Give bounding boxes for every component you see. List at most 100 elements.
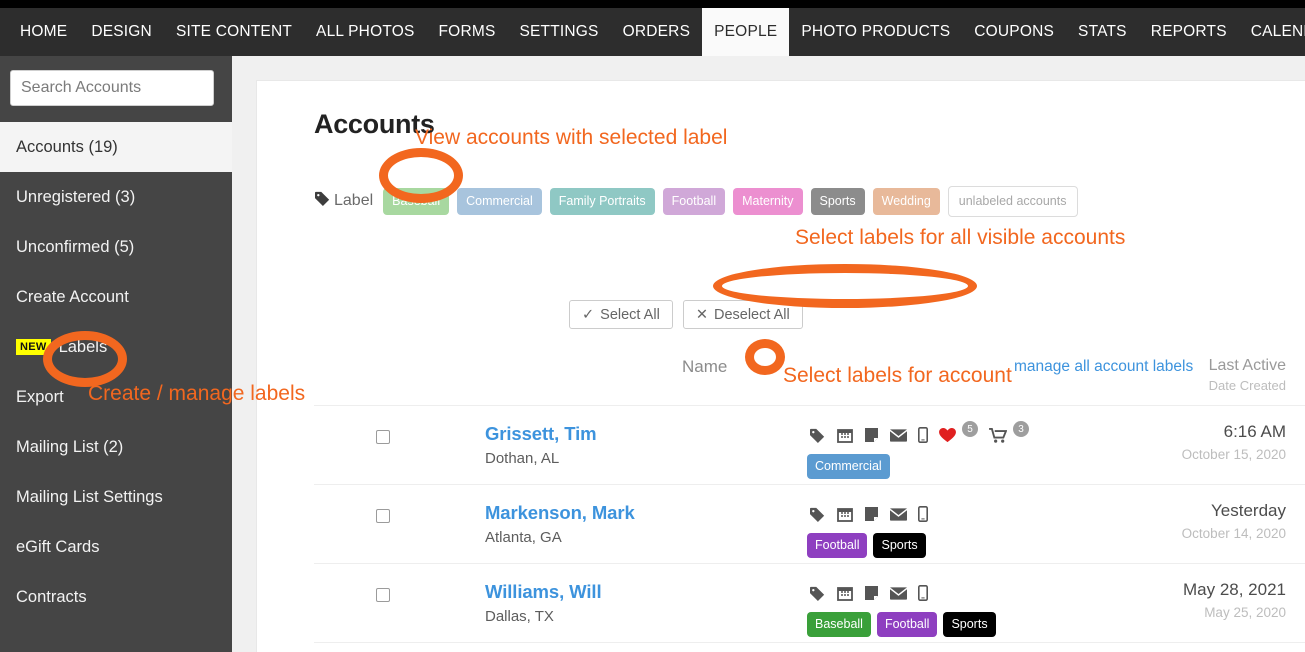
account-identity: Grissett, Tim Dothan, AL <box>485 423 597 467</box>
sidebar-item-label: Unregistered (3) <box>16 187 136 206</box>
row-label-chips: Baseball Football Sports <box>807 612 996 637</box>
heart-icon <box>939 427 956 443</box>
table-row: Grissett, Tim Dothan, AL 5 3 Commercial 6:16 … <box>314 405 1305 484</box>
mobile-icon <box>918 427 928 443</box>
date-created-value: October 14, 2020 <box>1181 526 1286 541</box>
search-input[interactable] <box>10 70 214 106</box>
label-chip-unlabeled-accounts[interactable]: unlabeled accounts <box>947 186 1078 217</box>
nav-item-site-content[interactable]: SITE CONTENT <box>164 8 304 56</box>
sidebar-item-label: Accounts (19) <box>16 137 118 156</box>
label-chip-football[interactable]: Football <box>662 188 726 215</box>
calendar-icon <box>837 506 853 522</box>
column-header-last-active: Last Active <box>1208 357 1286 374</box>
nav-item-forms[interactable]: FORMS <box>427 8 508 56</box>
calendar-icon <box>837 427 853 443</box>
last-active-value: Yesterday <box>1211 501 1286 520</box>
sidebar-item-contracts[interactable]: Contracts <box>0 572 232 622</box>
label-chip-commercial[interactable]: Commercial <box>457 188 542 215</box>
row-label-chips: Football Sports <box>807 533 926 558</box>
nav-item-all-photos[interactable]: ALL PHOTOS <box>304 8 426 56</box>
row-checkbox[interactable] <box>376 509 390 523</box>
account-name-link[interactable]: Williams, Will <box>485 581 602 603</box>
row-icon-group <box>809 506 928 522</box>
new-badge: NEW <box>16 338 51 356</box>
calendar-icon <box>837 585 853 601</box>
account-name-link[interactable]: Markenson, Mark <box>485 502 635 524</box>
mobile-icon <box>918 506 928 522</box>
top-black-strip <box>0 0 1305 8</box>
sidebar-item-mailing-list[interactable]: Mailing List (2) <box>0 422 232 472</box>
sidebar-item-export[interactable]: Export <box>0 372 232 422</box>
tag-icon <box>314 191 331 211</box>
deselect-all-label: Deselect All <box>713 306 790 323</box>
date-created-value: May 25, 2020 <box>1204 605 1286 620</box>
sidebar-item-unregistered[interactable]: Unregistered (3) <box>0 172 232 222</box>
label-filter-row: Label Baseball Commercial Family Portraits… <box>314 186 1078 217</box>
account-name-link[interactable]: Grissett, Tim <box>485 423 597 445</box>
nav-item-orders[interactable]: ORDERS <box>611 8 703 56</box>
table-row: Jackson, JillDothan, ALFamily PortraitsJ… <box>314 642 1305 652</box>
page-title: Accounts <box>314 109 435 139</box>
sidebar-item-unconfirmed[interactable]: Unconfirmed (5) <box>0 222 232 272</box>
manage-all-account-labels-link[interactable]: manage all account labels <box>1014 358 1193 376</box>
row-label-chip-football[interactable]: Football <box>876 612 938 637</box>
deselect-all-button[interactable]: ✕ Deselect All <box>682 300 803 329</box>
sidebar-item-accounts[interactable]: Accounts (19) <box>0 122 232 172</box>
row-icon-group: 53 <box>809 421 1029 443</box>
search-container <box>0 56 232 122</box>
nav-item-home[interactable]: HOME <box>8 8 79 56</box>
label-chip-baseball[interactable]: Baseball <box>383 188 450 215</box>
sidebar: Accounts (19) Unregistered (3) Unconfirmed… <box>0 56 232 652</box>
accounts-table: Grissett, Tim Dothan, AL 5 3 Commercial 6:16 … <box>314 405 1305 652</box>
row-dates: 6:16 AM October 15, 2020 <box>1182 422 1286 462</box>
note-icon <box>864 506 879 522</box>
row-checkbox[interactable] <box>376 430 390 444</box>
label-chip-wedding[interactable]: Wedding <box>872 188 940 215</box>
nav-item-coupons[interactable]: COUPONS <box>962 8 1066 56</box>
envelope-icon <box>890 507 907 521</box>
tag-icon[interactable] <box>809 507 826 522</box>
nav-item-settings[interactable]: SETTINGS <box>507 8 610 56</box>
sidebar-item-label: Mailing List (2) <box>16 437 124 456</box>
row-label-chip-commercial[interactable]: Commercial <box>807 454 890 479</box>
envelope-icon <box>890 586 907 600</box>
label-filter-text: Label <box>334 192 374 210</box>
sidebar-item-create-account[interactable]: Create Account <box>0 272 232 322</box>
sidebar-item-label: Create Account <box>16 287 129 306</box>
selection-buttons: ✓ Select All ✕ Deselect All <box>569 300 803 329</box>
nav-item-photo-products[interactable]: PHOTO PRODUCTS <box>789 8 962 56</box>
row-label-chip-sports[interactable]: Sports <box>873 533 926 558</box>
sidebar-item-mailing-list-settings[interactable]: Mailing List Settings <box>0 472 232 522</box>
note-icon <box>864 585 879 601</box>
tag-icon[interactable] <box>809 586 826 601</box>
row-checkbox[interactable] <box>376 588 390 602</box>
nav-item-reports[interactable]: REPORTS <box>1139 8 1239 56</box>
sidebar-item-egift-cards[interactable]: eGift Cards <box>0 522 232 572</box>
row-label-chip-baseball[interactable]: Baseball <box>807 612 871 637</box>
account-location: Dallas, TX <box>485 608 554 625</box>
label-chip-sports[interactable]: Sports <box>810 188 865 215</box>
accounts-panel: Accounts Label Baseball Commercial Family … <box>256 80 1305 652</box>
row-label-chip-sports[interactable]: Sports <box>943 612 996 637</box>
row-dates: May 28, 2021 May 25, 2020 <box>1183 580 1286 620</box>
sidebar-item-labels[interactable]: NEW Labels <box>0 322 232 372</box>
label-chip-family-portraits[interactable]: Family Portraits <box>549 188 655 215</box>
sidebar-item-label: Mailing List Settings <box>16 487 163 506</box>
nav-item-stats[interactable]: STATS <box>1066 8 1139 56</box>
sidebar-item-label: Unconfirmed (5) <box>16 237 135 256</box>
column-header-date-created: Date Created <box>1208 378 1286 393</box>
label-chip-maternity[interactable]: Maternity <box>733 188 803 215</box>
envelope-icon <box>890 428 907 442</box>
nav-item-design[interactable]: DESIGN <box>79 8 164 56</box>
account-location: Atlanta, GA <box>485 529 562 546</box>
nav-item-calendar[interactable]: CALENDAR <box>1239 8 1305 56</box>
check-icon: ✓ <box>582 306 595 323</box>
select-all-label: Select All <box>600 306 660 323</box>
nav-item-people[interactable]: PEOPLE <box>702 8 790 56</box>
row-dates: Yesterday October 14, 2020 <box>1182 501 1286 541</box>
row-label-chip-football[interactable]: Football <box>807 533 868 558</box>
table-row: Williams, Will Dallas, TX Baseball Football… <box>314 563 1305 642</box>
favorites-count-badge: 5 <box>962 421 978 437</box>
tag-icon[interactable] <box>809 428 826 443</box>
select-all-button[interactable]: ✓ Select All <box>569 300 673 329</box>
